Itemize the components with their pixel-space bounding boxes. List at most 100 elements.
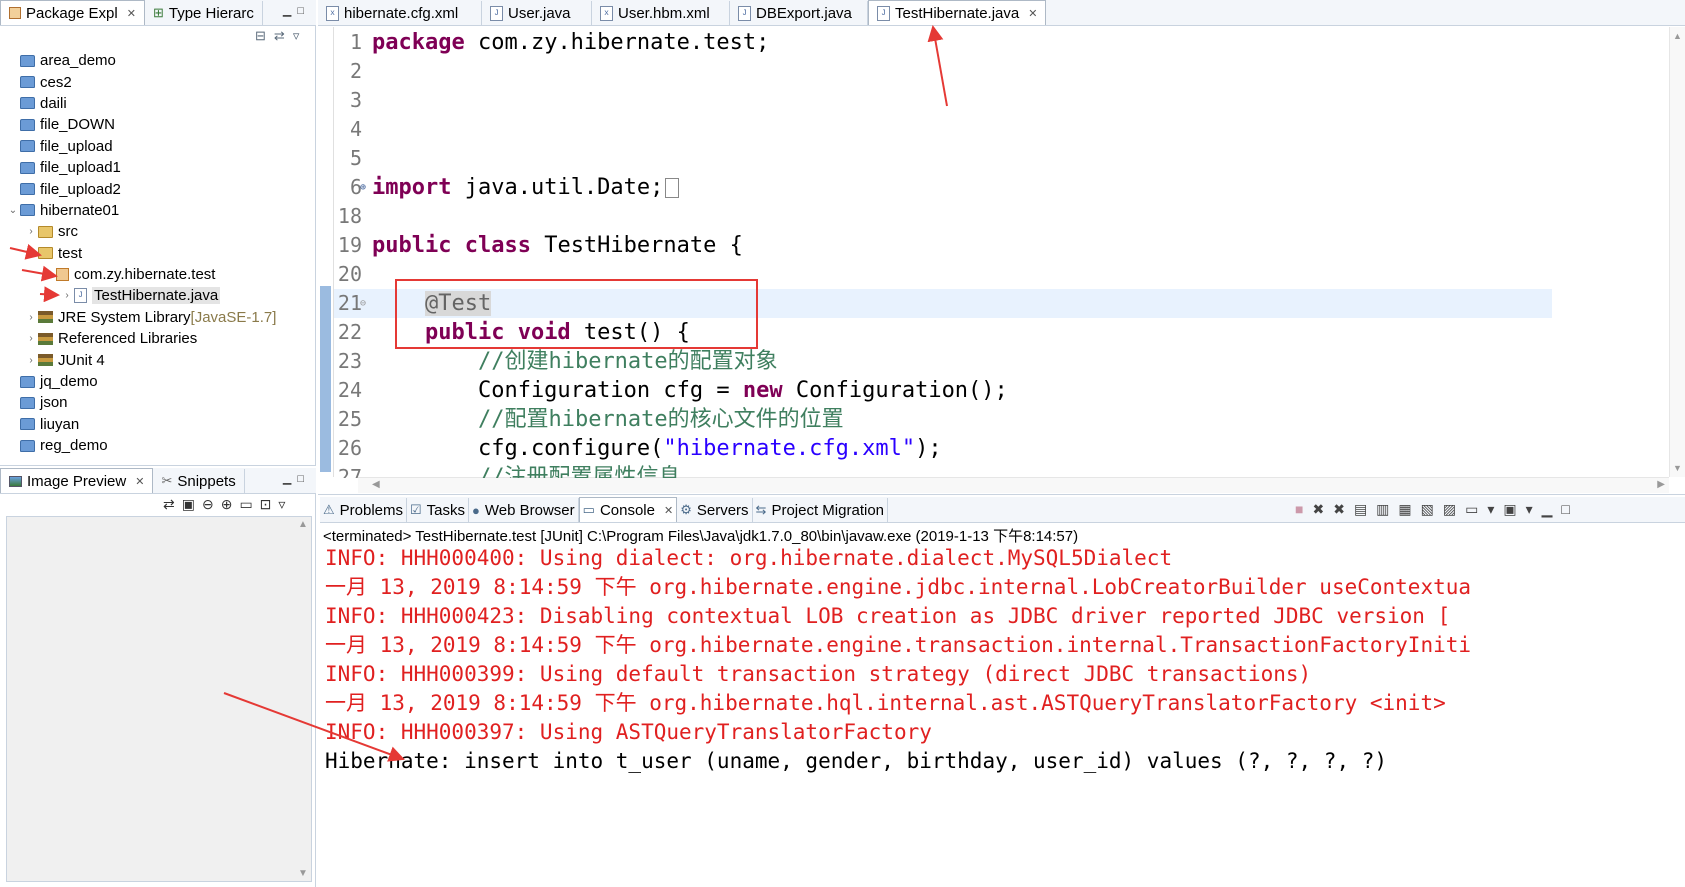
tree-item[interactable]: file_DOWN xyxy=(6,114,314,135)
minimize-icon[interactable]: ▁ xyxy=(1542,501,1562,517)
chevron-icon[interactable]: › xyxy=(24,312,38,323)
tab-editor-file[interactable]: J TestHibernate.java ✕ xyxy=(868,0,1047,25)
scroll-left-icon[interactable]: ◀ xyxy=(372,479,380,490)
tab-console[interactable]: ▭ Console ✕ xyxy=(578,497,678,522)
editor-vscrollbar[interactable]: ▲ ▼ xyxy=(1669,27,1685,477)
tab-tasks[interactable]: ☑ Tasks xyxy=(407,498,470,522)
tree-item[interactable]: › test xyxy=(6,243,314,264)
tree-item[interactable]: liuyan xyxy=(6,414,314,435)
code-line[interactable]: 2 xyxy=(334,57,1552,86)
fold-collapse-icon[interactable]: ⊖ xyxy=(360,289,366,318)
tab-snippets[interactable]: ✂ Snippets xyxy=(153,469,245,493)
tree-item[interactable]: file_upload2 xyxy=(6,178,314,199)
scroll-up-icon[interactable]: ▲ xyxy=(298,519,308,530)
tab-package-explorer[interactable]: Package Expl ✕ xyxy=(0,0,145,25)
tab-problems[interactable]: ⚠ Problems xyxy=(320,498,408,522)
tab-type-hierarchy[interactable]: ⊞ Type Hierarc xyxy=(145,1,263,25)
code-line[interactable]: 25 //配置hibernate的核心文件的位置 xyxy=(334,405,1552,434)
console-toolbar[interactable]: ■✖✖▤▥▦▧▨▭▾▣▾▁□ xyxy=(1295,501,1579,518)
sync-icon[interactable]: ⇄ xyxy=(163,496,182,512)
scroll-down-icon[interactable]: ▼ xyxy=(298,868,308,879)
tree-item[interactable]: jq_demo xyxy=(6,371,314,392)
collapsed-imports-box[interactable] xyxy=(665,178,680,198)
preview-toolbar[interactable]: ⇄▣⊖⊕▭⊡▿ xyxy=(163,496,292,513)
editor-hscrollbar[interactable]: ◀ ▶ xyxy=(358,477,1669,493)
word-wrap-icon[interactable]: ▦ xyxy=(1398,501,1420,517)
maximize-icon[interactable]: □ xyxy=(1561,501,1578,517)
tree-item[interactable]: › Referenced Libraries xyxy=(6,328,314,349)
actual-size-icon[interactable]: ▭ xyxy=(239,496,259,512)
tab-editor-file[interactable]: x User.hbm.xml xyxy=(592,1,730,25)
open-console-icon[interactable]: ▣ xyxy=(1503,501,1525,517)
close-icon[interactable]: ✕ xyxy=(135,475,144,488)
dropdown-icon[interactable]: ▾ xyxy=(1526,501,1542,517)
code-line[interactable]: 6 ⊕ import java.util.Date; xyxy=(334,173,1552,202)
chevron-icon[interactable]: ⌄ xyxy=(6,205,20,216)
close-icon[interactable]: ✕ xyxy=(664,504,673,517)
preview-scrollbar[interactable]: ▲ ▼ xyxy=(294,517,311,881)
tree-item[interactable]: area_demo xyxy=(6,50,314,71)
code-editor[interactable]: 1 package com.zy.hibernate.test; 2 3 4 5 6 ⊕ imp… xyxy=(334,28,1552,478)
tab-editor-file[interactable]: J DBExport.java xyxy=(730,1,868,25)
scroll-right-icon[interactable]: ▶ xyxy=(1657,479,1665,490)
close-icon[interactable]: ✕ xyxy=(127,7,136,20)
remove-launch-icon[interactable]: ✖ xyxy=(1312,501,1333,517)
code-line[interactable]: 23 //创建hibernate的配置对象 xyxy=(334,347,1552,376)
show-console-icon[interactable]: ▧ xyxy=(1421,501,1443,517)
zoom-out-icon[interactable]: ⊖ xyxy=(202,496,221,512)
scroll-up-icon[interactable]: ▲ xyxy=(1673,31,1682,41)
tree-item[interactable]: › JRE System Library [JavaSE-1.7] xyxy=(6,307,314,328)
chevron-icon[interactable]: › xyxy=(24,248,38,259)
tree-item[interactable]: ces2 xyxy=(6,71,314,92)
zoom-in-icon[interactable]: ⊕ xyxy=(221,496,240,512)
collapse-all-icon[interactable]: ⊟ xyxy=(255,28,274,43)
tree-item[interactable]: › J TestHibernate.java xyxy=(6,285,314,306)
tab-image-preview[interactable]: Image Preview ✕ xyxy=(0,468,154,493)
chevron-icon[interactable]: › xyxy=(24,333,38,344)
tab-editor-file[interactable]: x hibernate.cfg.xml xyxy=(318,1,482,25)
code-line[interactable]: 1 package com.zy.hibernate.test; xyxy=(334,28,1552,57)
scroll-lock-icon[interactable]: ▥ xyxy=(1376,501,1398,517)
terminate-icon[interactable]: ■ xyxy=(1295,501,1312,517)
chevron-icon[interactable]: › xyxy=(60,290,74,301)
tree-item[interactable]: file_upload xyxy=(6,136,314,157)
zoom-fit-icon[interactable]: ⊡ xyxy=(260,496,279,512)
code-line[interactable]: 5 xyxy=(334,144,1552,173)
tree-item[interactable]: file_upload1 xyxy=(6,157,314,178)
code-line[interactable]: 24 Configuration cfg = new Configuration… xyxy=(334,376,1552,405)
tab-editor-file[interactable]: J User.java xyxy=(482,1,592,25)
scroll-down-icon[interactable]: ▼ xyxy=(1673,463,1682,473)
chevron-icon[interactable]: › xyxy=(42,269,56,280)
display-console-icon[interactable]: ▭ xyxy=(1465,501,1487,517)
chevron-icon[interactable]: › xyxy=(24,355,38,366)
tree-item[interactable]: › src xyxy=(6,221,314,242)
link-editor-icon[interactable]: ⇄ xyxy=(274,28,293,43)
tab-web-browser[interactable]: ● Web Browser xyxy=(469,498,579,522)
code-line[interactable]: 26 cfg.configure("hibernate.cfg.xml"); xyxy=(334,434,1552,463)
tree-item[interactable]: ⌄ hibernate01 xyxy=(6,200,314,221)
code-line[interactable]: 3 xyxy=(334,86,1552,115)
console-output[interactable]: INFO: HHH000400: Using dialect: org.hibe… xyxy=(322,544,1685,887)
fit-icon[interactable]: ▣ xyxy=(182,496,202,512)
code-line[interactable]: 27 //注册配置属性信息 xyxy=(334,463,1552,478)
close-icon[interactable]: ✕ xyxy=(1028,7,1037,20)
tab-project-migration[interactable]: ⇆ Project Migration xyxy=(753,498,888,522)
pin-console-icon[interactable]: ▨ xyxy=(1443,501,1465,517)
code-line[interactable]: 19 public class TestHibernate { xyxy=(334,231,1552,260)
chevron-icon[interactable]: › xyxy=(24,226,38,237)
remove-all-icon[interactable]: ✖ xyxy=(1333,501,1354,517)
tree-item[interactable]: › JUnit 4 xyxy=(6,349,314,370)
tree-item[interactable]: json xyxy=(6,392,314,413)
code-line[interactable]: 4 xyxy=(334,115,1552,144)
minimize-maximize-buttons[interactable]: ▁□ xyxy=(283,4,310,17)
fold-expand-icon[interactable]: ⊕ xyxy=(360,173,366,202)
code-line[interactable]: 18 xyxy=(334,202,1552,231)
tree-item[interactable]: daili xyxy=(6,93,314,114)
dropdown-icon[interactable]: ▾ xyxy=(1487,501,1503,517)
tree-item[interactable]: reg_demo xyxy=(6,435,314,456)
clear-console-icon[interactable]: ▤ xyxy=(1354,501,1376,517)
tree-item[interactable]: › com.zy.hibernate.test xyxy=(6,264,314,285)
explorer-toolbar[interactable]: ⊟⇄▿ xyxy=(255,28,307,44)
tab-servers[interactable]: ⚙ Servers xyxy=(677,498,753,522)
view-menu-icon[interactable]: ▿ xyxy=(278,496,292,512)
